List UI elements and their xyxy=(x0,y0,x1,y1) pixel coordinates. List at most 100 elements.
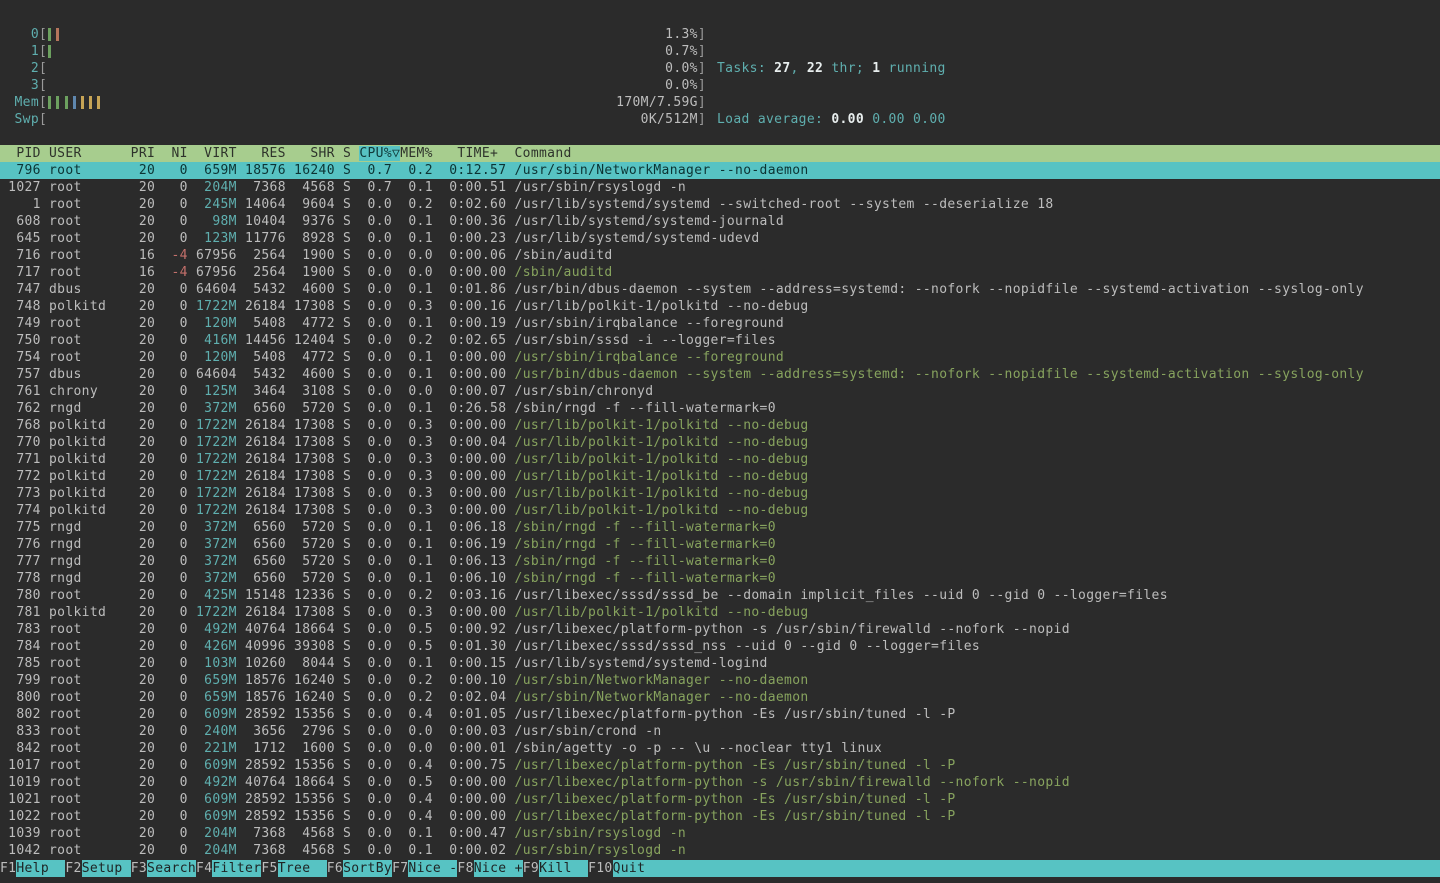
process-row[interactable]: 1 root 20 0 245M 14064 9604 S 0.0 0.2 0:… xyxy=(0,196,1440,213)
virt-value: 1722M xyxy=(196,605,237,620)
nice-value: 0 xyxy=(163,639,188,654)
process-row[interactable]: 784 root 20 0 426M 40996 39308 S 0.0 0.5… xyxy=(0,638,1440,655)
fnkey-number: F9 xyxy=(523,860,539,877)
process-row[interactable]: 645 root 20 0 123M 11776 8928 S 0.0 0.1 … xyxy=(0,230,1440,247)
column-headers-right[interactable]: MEM% TIME+ Command xyxy=(400,146,572,161)
process-row[interactable]: 761 chrony 20 0 125M 3464 3108 S 0.0 0.0… xyxy=(0,383,1440,400)
process-row[interactable]: 771 polkitd 20 0 1722M 26184 17308 S 0.0… xyxy=(0,451,1440,468)
process-row[interactable]: 762 rngd 20 0 372M 6560 5720 S 0.0 0.1 0… xyxy=(0,400,1440,417)
process-row[interactable]: 749 root 20 0 120M 5408 4772 S 0.0 0.1 0… xyxy=(0,315,1440,332)
fnkey-label: Tree xyxy=(278,860,327,877)
process-row[interactable]: 1017 root 20 0 609M 28592 15356 S 0.0 0.… xyxy=(0,757,1440,774)
process-row[interactable]: 747 dbus 20 0 64604 5432 4600 S 0.0 0.1 … xyxy=(0,281,1440,298)
fnkey-f1-help[interactable]: F1Help xyxy=(0,860,65,878)
row-stats: 7368 4568 S 0.0 0.1 0:00.47 xyxy=(237,826,515,841)
row-main: 762 rngd 20 xyxy=(0,401,163,416)
row-stats: 6560 5720 S 0.0 0.1 0:06.10 xyxy=(237,571,515,586)
summary-text: Load average: xyxy=(717,112,831,127)
process-row[interactable]: 748 polkitd 20 0 1722M 26184 17308 S 0.0… xyxy=(0,298,1440,315)
sort-column-cpu[interactable]: CPU%▽ xyxy=(359,146,400,161)
process-row[interactable]: 608 root 20 0 98M 10404 9376 S 0.0 0.1 0… xyxy=(0,213,1440,230)
row-main: 1042 root 20 xyxy=(0,843,163,858)
fnkey-f4-filter[interactable]: F4Filter xyxy=(196,860,261,878)
process-row[interactable]: 799 root 20 0 659M 18576 16240 S 0.0 0.2… xyxy=(0,672,1440,689)
process-list[interactable]: 796 root 20 0 659M 18576 16240 S 0.7 0.2… xyxy=(0,162,1440,859)
process-row[interactable]: 783 root 20 0 492M 40764 18664 S 0.0 0.5… xyxy=(0,621,1440,638)
virt-value: 1722M xyxy=(196,418,237,433)
tasks-summary: Tasks: 27, 22 thr; 1 running xyxy=(717,60,946,77)
process-row[interactable]: 802 root 20 0 609M 28592 15356 S 0.0 0.4… xyxy=(0,706,1440,723)
fnkey-f10-quit[interactable]: F10Quit xyxy=(588,860,1440,878)
row-main: 778 rngd 20 xyxy=(0,571,163,586)
virt-value: 372M xyxy=(196,537,237,552)
process-row[interactable]: 774 polkitd 20 0 1722M 26184 17308 S 0.0… xyxy=(0,502,1440,519)
process-row[interactable]: 716 root 16 -4 67956 2564 1900 S 0.0 0.0… xyxy=(0,247,1440,264)
fnkey-number: F1 xyxy=(0,860,16,877)
fnkey-f9-kill[interactable]: F9Kill xyxy=(523,860,588,878)
process-row[interactable]: 775 rngd 20 0 372M 6560 5720 S 0.0 0.1 0… xyxy=(0,519,1440,536)
sep xyxy=(188,367,196,382)
fnkey-f6-sortby[interactable]: F6SortBy xyxy=(327,860,392,878)
process-row[interactable]: 1039 root 20 0 204M 7368 4568 S 0.0 0.1 … xyxy=(0,825,1440,842)
row-main: 783 root 20 xyxy=(0,622,163,637)
process-row[interactable]: 1042 root 20 0 204M 7368 4568 S 0.0 0.1 … xyxy=(0,842,1440,859)
fnkey-f5-tree[interactable]: F5Tree xyxy=(261,860,326,878)
process-row[interactable]: 750 root 20 0 416M 14456 12404 S 0.0 0.2… xyxy=(0,332,1440,349)
row-main: 777 rngd 20 xyxy=(0,554,163,569)
process-row[interactable]: 800 root 20 0 659M 18576 16240 S 0.0 0.2… xyxy=(0,689,1440,706)
sep xyxy=(188,707,196,722)
process-row[interactable]: 780 root 20 0 425M 15148 12336 S 0.0 0.2… xyxy=(0,587,1440,604)
fnkey-f2-setup[interactable]: F2Setup xyxy=(65,860,130,878)
process-row[interactable]: 842 root 20 0 221M 1712 1600 S 0.0 0.0 0… xyxy=(0,740,1440,757)
virt-value: 372M xyxy=(196,571,237,586)
process-row[interactable]: 1022 root 20 0 609M 28592 15356 S 0.0 0.… xyxy=(0,808,1440,825)
process-row-selected[interactable]: 796 root 20 0 659M 18576 16240 S 0.7 0.2… xyxy=(0,162,1440,179)
column-headers-left[interactable]: PID USER PRI NI VIRT RES SHR S xyxy=(0,146,359,161)
meter-bar-area: 0K/512M xyxy=(47,111,698,128)
command-text: /sbin/auditd xyxy=(515,248,613,263)
meter-bar-area: 0.0% xyxy=(47,77,698,94)
virt-value: 120M xyxy=(196,316,237,331)
process-row[interactable]: 1019 root 20 0 492M 40764 18664 S 0.0 0.… xyxy=(0,774,1440,791)
process-row[interactable]: 757 dbus 20 0 64604 5432 4600 S 0.0 0.1 … xyxy=(0,366,1440,383)
command-text: /usr/lib/systemd/systemd-journald xyxy=(515,214,785,229)
row-stats: 1712 1600 S 0.0 0.0 0:00.01 xyxy=(237,741,515,756)
meter-label: Swp xyxy=(14,111,39,128)
process-row[interactable]: 768 polkitd 20 0 1722M 26184 17308 S 0.0… xyxy=(0,417,1440,434)
nice-value: 0 xyxy=(163,775,188,790)
sep xyxy=(188,401,196,416)
process-row[interactable]: 781 polkitd 20 0 1722M 26184 17308 S 0.0… xyxy=(0,604,1440,621)
sep xyxy=(188,418,196,433)
process-row[interactable]: 776 rngd 20 0 372M 6560 5720 S 0.0 0.1 0… xyxy=(0,536,1440,553)
fnkey-f7-nice--[interactable]: F7Nice - xyxy=(392,860,457,878)
fnkey-f8-nice-+[interactable]: F8Nice + xyxy=(457,860,522,878)
process-row[interactable]: 777 rngd 20 0 372M 6560 5720 S 0.0 0.1 0… xyxy=(0,553,1440,570)
row-main: 748 polkitd 20 xyxy=(0,299,163,314)
row-main: 747 dbus 20 xyxy=(0,282,163,297)
process-row[interactable]: 1027 root 20 0 204M 7368 4568 S 0.7 0.1 … xyxy=(0,179,1440,196)
column-headers[interactable]: PID USER PRI NI VIRT RES SHR S CPU%▽MEM%… xyxy=(0,145,1440,162)
process-row[interactable]: 1021 root 20 0 609M 28592 15356 S 0.0 0.… xyxy=(0,791,1440,808)
command-text: /usr/lib/polkit-1/polkitd --no-debug xyxy=(515,435,809,450)
row-stats: 26184 17308 S 0.0 0.3 0:00.00 xyxy=(237,486,515,501)
row-stats: 15148 12336 S 0.0 0.2 0:03.16 xyxy=(237,588,515,603)
row-main: 1019 root 20 xyxy=(0,775,163,790)
function-key-bar[interactable]: F1Help F2Setup F3SearchF4FilterF5Tree F6… xyxy=(0,860,1440,878)
process-row[interactable]: 717 root 16 -4 67956 2564 1900 S 0.0 0.0… xyxy=(0,264,1440,281)
meter-bar-area: 1.3% xyxy=(47,26,698,43)
virt-value: 492M xyxy=(196,775,237,790)
process-row[interactable]: 772 polkitd 20 0 1722M 26184 17308 S 0.0… xyxy=(0,468,1440,485)
row-main: 1039 root 20 xyxy=(0,826,163,841)
fnkey-number: F5 xyxy=(261,860,277,877)
fnkey-f3-search[interactable]: F3Search xyxy=(131,860,196,878)
process-row[interactable]: 770 polkitd 20 0 1722M 26184 17308 S 0.0… xyxy=(0,434,1440,451)
process-row[interactable]: 778 rngd 20 0 372M 6560 5720 S 0.0 0.1 0… xyxy=(0,570,1440,587)
nice-value: 0 xyxy=(163,554,188,569)
fnkey-number: F3 xyxy=(131,860,147,877)
row-main: 800 root 20 xyxy=(0,690,163,705)
process-row[interactable]: 754 root 20 0 120M 5408 4772 S 0.0 0.1 0… xyxy=(0,349,1440,366)
process-row[interactable]: 833 root 20 0 240M 3656 2796 S 0.0 0.0 0… xyxy=(0,723,1440,740)
sep xyxy=(188,809,196,824)
process-row[interactable]: 785 root 20 0 103M 10260 8044 S 0.0 0.1 … xyxy=(0,655,1440,672)
process-row[interactable]: 773 polkitd 20 0 1722M 26184 17308 S 0.0… xyxy=(0,485,1440,502)
